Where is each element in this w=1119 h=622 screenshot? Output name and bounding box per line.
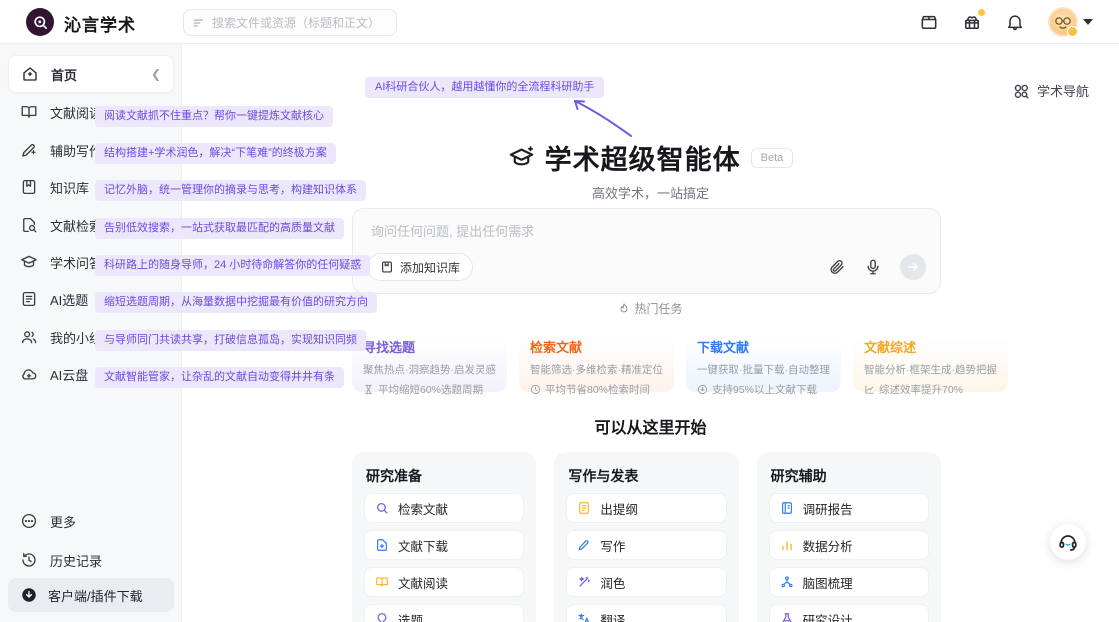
hot-tasks-grid: 寻找选题 聚焦热点·洞察趋势·启发灵感 平均缩短60%选题周期 检索文献 智能筛… <box>352 328 941 392</box>
download-icon <box>697 384 708 395</box>
start-column-research-assist: 研究辅助 调研报告 数据分析 脑图梳理 研究设计 <box>757 452 941 622</box>
start-column-writing-publish: 写作与发表 出提纲 写作 润色 翻译 <box>554 452 738 622</box>
sidebar-tooltip-writing: 结构搭建+学术润色，解决“下笔难”的终极方案 <box>95 143 336 164</box>
journal-icon <box>20 178 38 196</box>
report-icon <box>780 501 794 515</box>
hot-task-search-literature[interactable]: 检索文献 智能筛选·多维检索·精准定位 平均节省80%检索时间 <box>519 328 674 392</box>
app-logo-icon <box>26 8 54 36</box>
start-item-translate[interactable]: 翻译 <box>566 604 726 622</box>
gift-icon[interactable] <box>962 12 982 32</box>
page-title: 学术超级智能体 <box>545 138 741 177</box>
hot-task-download-literature[interactable]: 下载文献 一键获取·批量下载·自动整理 支持95%以上文献下载 <box>686 328 841 392</box>
start-item-search-literature[interactable]: 检索文献 <box>364 493 524 523</box>
add-knowledge-base-button[interactable]: 添加知识库 <box>367 253 473 281</box>
sidebar-tooltip-ai-cloud: 文献智能管家，让杂乱的文献自动变得井井有条 <box>95 367 344 388</box>
search-icon <box>375 501 389 515</box>
pen-icon <box>577 538 591 552</box>
prompt-card: 添加知识库 <box>352 208 941 294</box>
avatar-badge <box>1067 26 1078 37</box>
history-icon <box>20 551 38 569</box>
ellipsis-circle-icon <box>20 512 38 530</box>
send-button[interactable] <box>900 254 926 280</box>
promo-arrow-icon <box>567 96 637 140</box>
pen-icon <box>20 141 38 159</box>
microphone-icon[interactable] <box>864 258 882 276</box>
graduation-cap-icon <box>20 253 38 271</box>
search-input[interactable] <box>212 16 372 30</box>
arrow-right-icon <box>906 260 920 274</box>
journal-icon <box>380 260 394 274</box>
lightbulb-icon <box>375 612 389 622</box>
wand-icon <box>577 575 591 589</box>
caret-down-icon <box>1083 19 1093 25</box>
trend-icon <box>864 384 875 395</box>
hot-task-literature-review[interactable]: 文献综述 智能分析·框架生成·趋势把握 综述效率提升70% <box>853 328 1008 392</box>
file-search-icon <box>20 216 38 234</box>
hot-task-find-topic[interactable]: 寻找选题 聚焦热点·洞察趋势·启发灵感 平均缩短60%选题周期 <box>352 328 507 392</box>
start-item-mindmap[interactable]: 脑图梳理 <box>769 567 929 597</box>
flask-icon <box>780 612 794 622</box>
headset-icon <box>1057 531 1079 553</box>
paperclip-icon[interactable] <box>828 258 846 276</box>
app-window: 沁言学术 <box>0 0 1119 622</box>
global-search[interactable] <box>183 9 397 36</box>
filter-icon <box>192 16 206 30</box>
promo-badge: AI科研合伙人，越用越懂你的全流程科研助手 <box>365 77 604 98</box>
sidebar-tooltip-knowledge-base: 记忆外脑，统一管理你的摘录与思考，构建知识体系 <box>95 180 366 201</box>
sidebar-item-client-download[interactable]: 客户端/插件下载 <box>8 578 174 612</box>
sidebar-tooltip-literature-search: 告别低效搜索，一站式获取最匹配的高质量文献 <box>95 218 344 239</box>
support-button[interactable] <box>1050 524 1086 560</box>
download-circle-icon <box>20 586 38 604</box>
sidebar-tooltip-my-group: 与导师同门共读共享，打破信息孤岛，实现知识同频 <box>95 330 366 351</box>
start-item-research-design[interactable]: 研究设计 <box>769 604 929 622</box>
academic-nav-link[interactable]: 学术导航 <box>1012 81 1089 100</box>
start-item-research-report[interactable]: 调研报告 <box>769 493 929 523</box>
grid-search-icon <box>1012 82 1030 100</box>
bell-icon[interactable] <box>1005 12 1025 32</box>
outline-doc-icon <box>577 501 591 515</box>
collapse-sidebar-button[interactable]: ❮ <box>151 67 161 81</box>
cloud-icon <box>20 365 38 383</box>
bar-chart-icon <box>780 538 794 552</box>
start-item-download-literature[interactable]: 文献下载 <box>364 530 524 560</box>
top-bar: 沁言学术 <box>0 0 1119 44</box>
notification-dot <box>978 9 985 16</box>
flame-icon <box>618 302 630 315</box>
prompt-input[interactable] <box>371 221 911 249</box>
sidebar-item-home[interactable]: 首页 ❮ <box>8 55 174 93</box>
beta-badge: Beta <box>751 148 794 168</box>
book-open-icon <box>375 575 389 589</box>
users-icon <box>20 328 38 346</box>
doc-list-icon <box>20 290 38 308</box>
start-item-data-analysis[interactable]: 数据分析 <box>769 530 929 560</box>
sidebar-tooltip-academic-qa: 科研路上的随身导师，24 小时待命解答你的任何疑惑 <box>95 255 370 276</box>
file-download-icon <box>375 538 389 552</box>
mindmap-icon <box>780 575 794 589</box>
avatar[interactable] <box>1048 7 1078 37</box>
start-grid: 研究准备 检索文献 文献下载 文献阅读 选题 <box>352 452 941 622</box>
start-item-polish[interactable]: 润色 <box>566 567 726 597</box>
start-item-writing[interactable]: 写作 <box>566 530 726 560</box>
start-item-outline[interactable]: 出提纲 <box>566 493 726 523</box>
sidebar-tooltip-reading: 阅读文献抓不住重点？帮你一键提炼文献核心 <box>95 106 333 127</box>
start-item-read-literature[interactable]: 文献阅读 <box>364 567 524 597</box>
start-item-topic-selection[interactable]: 选题 <box>364 604 524 622</box>
book-open-icon <box>20 103 38 121</box>
graduation-cap-icon <box>508 144 535 171</box>
sidebar-tooltip-ai-topic: 缩短选题周期，从海量数据中挖掘最有价值的研究方向 <box>95 292 377 313</box>
briefcase-icon[interactable] <box>919 12 939 32</box>
clock-icon <box>530 384 541 395</box>
user-menu[interactable] <box>1048 7 1093 37</box>
start-column-research-prep: 研究准备 检索文献 文献下载 文献阅读 选题 <box>352 452 536 622</box>
start-section-heading: 可以从这里开始 <box>182 414 1119 438</box>
home-icon <box>21 65 39 83</box>
app-title: 沁言学术 <box>64 11 136 36</box>
sidebar-item-more[interactable]: 更多 <box>8 507 174 535</box>
hourglass-icon <box>363 384 374 395</box>
translate-icon <box>577 612 591 622</box>
sidebar-item-history[interactable]: 历史记录 <box>8 546 174 574</box>
